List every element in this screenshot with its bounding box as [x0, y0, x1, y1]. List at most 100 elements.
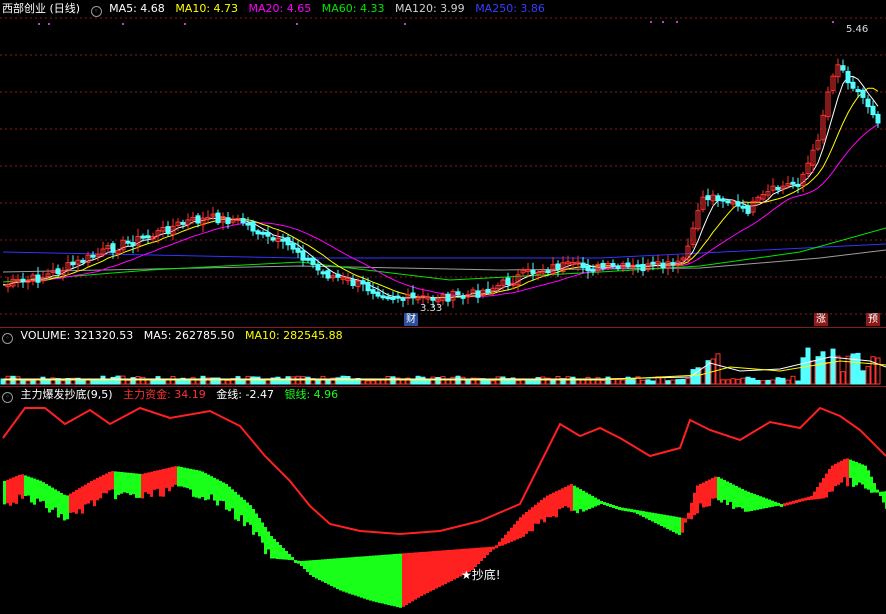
- indicator-bar: [219, 480, 222, 501]
- indicator-bar: [408, 552, 411, 604]
- indicator-bar: [825, 473, 828, 498]
- indicator-bar: [405, 553, 408, 605]
- indicator-bar: [612, 505, 615, 508]
- indicator-bar: [594, 497, 597, 507]
- volume-bar: [750, 377, 756, 385]
- volume-bar: [105, 379, 111, 385]
- volume-bar: [110, 376, 116, 385]
- indicator-bar: [576, 487, 579, 514]
- marker-zhang[interactable]: 涨: [814, 313, 828, 326]
- indicator-bar: [282, 548, 285, 560]
- indicator-bar: [312, 560, 315, 577]
- volume-bar: [835, 355, 841, 385]
- settings-circle-icon[interactable]: ◦: [90, 6, 102, 17]
- volume-bar: [645, 379, 651, 385]
- volume-bar: [435, 377, 441, 385]
- marker-cai[interactable]: 财: [404, 313, 418, 326]
- indicator-bar: [783, 503, 786, 507]
- volume-bar: [860, 370, 866, 385]
- indicator-bar: [765, 498, 768, 508]
- indicator-bar: [552, 492, 555, 517]
- indicator-bar: [156, 470, 159, 489]
- indicator-bar: [624, 508, 627, 512]
- price-chart[interactable]: [0, 0, 886, 327]
- indicator-bar: [729, 483, 732, 502]
- candle: [245, 222, 251, 226]
- indicator-bar: [105, 473, 108, 494]
- indicator-bar: [513, 524, 516, 541]
- ma60-label: MA60: 4.33: [321, 2, 385, 15]
- indicator-bar: [834, 463, 837, 487]
- main-funds-label: 主力资金: 34.19: [123, 388, 206, 401]
- candle: [290, 242, 296, 250]
- indicator-bar: [6, 479, 9, 504]
- indicator-bar: [750, 492, 753, 511]
- indicator-bar: [237, 494, 240, 522]
- price-chart-panel[interactable]: 西部创业 (日线) ◦ MA5: 4.68 MA10: 4.73 MA20: 4…: [0, 0, 886, 327]
- indicator-bar: [48, 485, 51, 513]
- indicator-bar: [525, 512, 528, 534]
- main-funds-line: [2, 406, 886, 536]
- volume-bar: [665, 380, 671, 385]
- indicator-bar: [555, 491, 558, 518]
- indicator-bar: [852, 460, 855, 487]
- indicator-bar: [354, 556, 357, 596]
- buy-signal-label: ★抄底!: [461, 568, 501, 582]
- indicator-bar: [441, 550, 444, 586]
- candle: [35, 274, 41, 283]
- volume-bar: [280, 380, 286, 385]
- indicator-chart[interactable]: [0, 386, 886, 614]
- indicator-bar: [288, 554, 291, 560]
- indicator-name: 主力爆发抄底(9,5): [20, 388, 113, 401]
- indicator-bar: [108, 472, 111, 491]
- volume-bar: [875, 357, 881, 385]
- indicator-header: ◦ 主力爆发抄底(9,5) 主力资金: 34.19 金线: -2.47 银线: …: [0, 386, 345, 404]
- indicator-bar: [141, 473, 144, 499]
- candle: [860, 89, 866, 98]
- indicator-bar: [171, 466, 174, 487]
- indicator-bar: [606, 503, 609, 506]
- volume-bar: [785, 379, 791, 385]
- indicator-panel[interactable]: ◦ 主力爆发抄底(9,5) 主力资金: 34.19 金线: -2.47 银线: …: [0, 386, 886, 614]
- indicator-bar: [663, 514, 666, 528]
- indicator-bar: [201, 471, 204, 497]
- settings-circle-icon[interactable]: ◦: [2, 392, 13, 403]
- event-dot: [832, 21, 834, 23]
- candle: [250, 221, 256, 232]
- price-header: 西部创业 (日线) ◦ MA5: 4.68 MA10: 4.73 MA20: 4…: [0, 0, 552, 18]
- candle: [505, 277, 511, 286]
- indicator-bar: [510, 527, 513, 542]
- indicator-bar: [159, 469, 162, 497]
- volume-bar: [765, 379, 771, 385]
- indicator-bar: [603, 502, 606, 505]
- volume-bar: [465, 379, 471, 385]
- volume-bar: [60, 380, 66, 385]
- volume-bar: [670, 379, 676, 385]
- candle: [600, 262, 606, 269]
- indicator-bar: [87, 482, 90, 504]
- candle: [705, 195, 711, 201]
- indicator-bar: [531, 507, 534, 532]
- indicator-bar: [816, 487, 819, 500]
- indicator-bar: [771, 500, 774, 507]
- indicator-bar: [234, 491, 237, 520]
- indicator-bar: [309, 560, 312, 575]
- volume-bar: [525, 379, 531, 385]
- marker-yu[interactable]: 预: [866, 313, 880, 326]
- volume-bar: [260, 379, 266, 385]
- volume-panel[interactable]: ◦ VOLUME: 321320.53 MA5: 262785.50 MA10:…: [0, 327, 886, 386]
- indicator-bar: [789, 501, 792, 505]
- candle: [740, 205, 746, 209]
- indicator-bar: [714, 476, 717, 499]
- indicator-bar: [690, 502, 693, 520]
- volume-bar: [275, 376, 281, 385]
- candle: [380, 295, 386, 299]
- settings-circle-icon[interactable]: ◦: [2, 333, 13, 344]
- indicator-bar: [315, 559, 318, 579]
- indicator-bar: [762, 497, 765, 509]
- indicator-bar: [861, 464, 864, 485]
- indicator-bar: [216, 479, 219, 506]
- event-dot: [662, 21, 664, 23]
- indicator-bar: [75, 490, 78, 514]
- indicator-bar: [636, 510, 639, 514]
